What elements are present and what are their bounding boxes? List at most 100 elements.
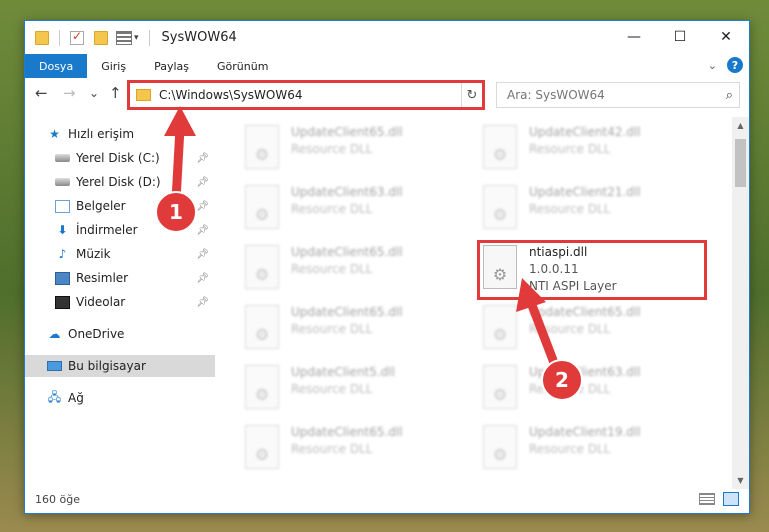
properties-check-icon[interactable]: [70, 29, 84, 45]
scroll-thumb[interactable]: [735, 139, 746, 187]
file-name: UpdateClient5.dll: [291, 365, 395, 379]
sidebar-item-quick-access[interactable]: ★ Hızlı erişim: [25, 123, 215, 145]
window-title: SysWOW64: [161, 30, 237, 45]
computer-icon: [47, 361, 62, 371]
back-button[interactable]: ←: [35, 84, 48, 102]
file-item[interactable]: ⚙ UpdateClient63.dll Resource DLL: [245, 181, 465, 237]
file-explorer-window: ▾ SysWOW64 — ☐ ✕ Dosya Giriş Paylaş Görü…: [24, 20, 750, 514]
navigation-pane: ★ Hızlı erişim Yerel Disk (C:) 📌︎ Yerel …: [25, 117, 217, 487]
file-item[interactable]: ⚙ UpdateClient65.dll Resource DLL: [245, 241, 465, 297]
navigation-bar: ← → ⌄ ↑ C:\Windows\SysWOW64 ⌄ ↻ ⌕: [25, 78, 749, 112]
minimize-button[interactable]: —: [611, 21, 657, 53]
address-folder-icon: [136, 89, 151, 101]
sidebar-item-network[interactable]: 🖧︎ Ağ: [25, 387, 215, 409]
properties-icon[interactable]: [116, 30, 132, 45]
sidebar-item-local-disk-c[interactable]: Yerel Disk (C:) 📌︎: [25, 147, 215, 169]
search-icon[interactable]: ⌕: [726, 88, 733, 103]
dll-file-icon: ⚙: [483, 305, 517, 349]
dll-file-icon: ⚙: [245, 185, 279, 229]
pin-icon[interactable]: 📌︎: [196, 153, 209, 164]
file-type: Resource DLL: [291, 442, 373, 456]
sidebar-item-label: İndirmeler: [76, 223, 138, 237]
details-view-icon[interactable]: [699, 493, 715, 505]
file-type: Resource DLL: [529, 382, 611, 396]
sidebar-item-label: Videolar: [76, 295, 126, 309]
expand-ribbon-chevron-icon[interactable]: ⌄: [708, 59, 717, 72]
file-item[interactable]: ⚙ UpdateClient65.dll Resource DLL: [245, 121, 465, 177]
file-item-ntiaspi[interactable]: ⚙ ntiaspi.dll 1.0.0.11 NTI ASPI Layer: [483, 241, 703, 297]
tab-home[interactable]: Giriş: [87, 54, 140, 78]
forward-button[interactable]: →: [63, 84, 76, 102]
file-name: UpdateClient19.dll: [529, 425, 641, 439]
pin-icon[interactable]: 📌︎: [196, 177, 209, 188]
file-item[interactable]: ⚙ UpdateClient19.dll Resource DLL: [483, 421, 703, 477]
cloud-icon: ☁: [48, 327, 61, 341]
refresh-button[interactable]: ↻: [461, 82, 483, 108]
file-item[interactable]: ⚙ UpdateClient65.dll Resource DLL: [245, 421, 465, 477]
customize-toolbar-chevron-icon[interactable]: ▾: [134, 33, 139, 43]
vertical-scrollbar[interactable]: ▲ ▼: [732, 117, 749, 489]
title-bar: ▾ SysWOW64 — ☐ ✕: [25, 21, 749, 54]
pin-icon[interactable]: 📌︎: [196, 201, 209, 212]
pin-icon[interactable]: 📌︎: [196, 273, 209, 284]
file-item[interactable]: ⚙ UpdateClient65.dll Resource DLL: [245, 301, 465, 357]
file-type: Resource DLL: [291, 142, 373, 156]
file-name: UpdateClient21.dll: [529, 185, 641, 199]
sidebar-item-local-disk-d[interactable]: Yerel Disk (D:) 📌︎: [25, 171, 215, 193]
pin-icon[interactable]: 📌︎: [196, 249, 209, 260]
file-type: Resource DLL: [529, 322, 611, 336]
status-bar: 160 öğe: [25, 487, 749, 513]
sidebar-item-pictures[interactable]: Resimler 📌︎: [25, 267, 215, 289]
folder-icon: [35, 30, 49, 45]
sidebar-item-this-pc[interactable]: Bu bilgisayar: [25, 355, 215, 377]
star-icon: ★: [49, 127, 60, 141]
downloads-icon: ⬇: [57, 223, 68, 237]
file-item[interactable]: ⚙ UpdateClient5.dll Resource DLL: [245, 361, 465, 417]
file-type: Resource DLL: [291, 202, 373, 216]
file-name: UpdateClient65.dll: [291, 125, 403, 139]
file-list: ⚙ UpdateClient65.dll Resource DLL ⚙ Upda…: [221, 117, 731, 487]
sidebar-item-onedrive[interactable]: ☁ OneDrive: [25, 323, 215, 345]
drive-icon: [55, 154, 70, 162]
recent-locations-chevron-icon[interactable]: ⌄: [89, 86, 99, 100]
quick-access-divider: [59, 29, 60, 46]
dll-file-icon: ⚙: [483, 245, 517, 289]
sidebar-item-downloads[interactable]: ⬇ İndirmeler 📌︎: [25, 219, 215, 241]
file-item[interactable]: ⚙ UpdateClient63.dll Resource DLL: [483, 361, 703, 417]
sidebar-item-music[interactable]: ♪ Müzik 📌︎: [25, 243, 215, 265]
documents-icon: [55, 199, 70, 213]
file-item[interactable]: ⚙ UpdateClient65.dll Resource DLL: [483, 301, 703, 357]
address-bar[interactable]: C:\Windows\SysWOW64 ⌄: [129, 82, 481, 108]
ribbon-tabs: Dosya Giriş Paylaş Görünüm ⌄ ?: [25, 54, 749, 78]
search-box[interactable]: ⌕: [496, 82, 740, 108]
new-folder-icon[interactable]: [94, 30, 108, 45]
tab-share[interactable]: Paylaş: [140, 54, 203, 78]
file-name: UpdateClient63.dll: [291, 185, 403, 199]
sidebar-item-label: Resimler: [76, 271, 129, 285]
maximize-button[interactable]: ☐: [657, 21, 703, 53]
sidebar-item-documents[interactable]: Belgeler 📌︎: [25, 195, 215, 217]
up-button[interactable]: ↑: [109, 84, 122, 102]
dll-file-icon: ⚙: [245, 305, 279, 349]
help-icon[interactable]: ?: [727, 57, 743, 73]
close-button[interactable]: ✕: [703, 21, 749, 53]
tab-view[interactable]: Görünüm: [203, 54, 282, 78]
search-input[interactable]: [507, 88, 726, 102]
scroll-up-arrow-icon[interactable]: ▲: [732, 117, 749, 134]
pin-icon[interactable]: 📌︎: [196, 297, 209, 308]
sidebar-item-label: Hızlı erişim: [68, 127, 135, 141]
dll-file-icon: ⚙: [245, 365, 279, 409]
sidebar-item-label: Yerel Disk (C:): [76, 151, 160, 165]
address-path[interactable]: C:\Windows\SysWOW64: [159, 88, 465, 102]
dll-file-icon: ⚙: [483, 185, 517, 229]
dll-file-icon: ⚙: [483, 425, 517, 469]
sidebar-item-videos[interactable]: Videolar 📌︎: [25, 291, 215, 313]
file-type: Resource DLL: [529, 202, 611, 216]
dll-file-icon: ⚙: [483, 125, 517, 169]
large-icons-view-icon[interactable]: [723, 492, 739, 506]
tab-file[interactable]: Dosya: [25, 54, 88, 78]
file-name: UpdateClient42.dll: [529, 125, 641, 139]
file-item[interactable]: ⚙ UpdateClient21.dll Resource DLL: [483, 181, 703, 237]
pin-icon[interactable]: 📌︎: [196, 225, 209, 236]
file-item[interactable]: ⚙ UpdateClient42.dll Resource DLL: [483, 121, 703, 177]
